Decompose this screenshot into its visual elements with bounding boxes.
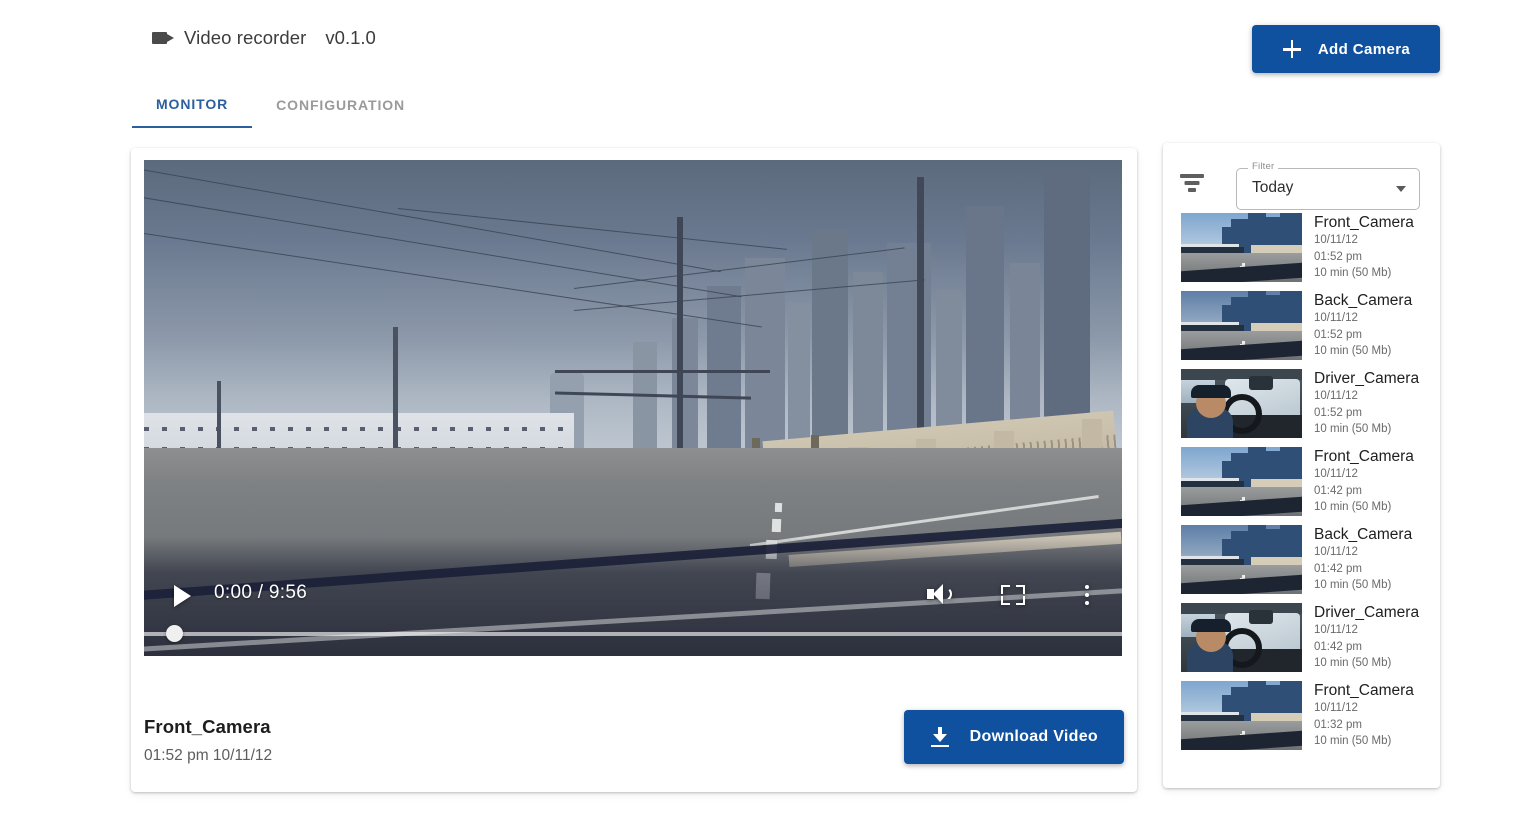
add-camera-button[interactable]: Add Camera bbox=[1252, 25, 1440, 73]
recording-thumbnail bbox=[1181, 213, 1302, 282]
recording-details: Front_Camera 10/11/12 01:32 pm 10 min (50 M… bbox=[1314, 681, 1414, 749]
app-version: v0.1.0 bbox=[325, 27, 376, 48]
filter-select-label: Filter bbox=[1248, 161, 1279, 172]
recording-size: 10 min (50 Mb) bbox=[1314, 266, 1392, 279]
progress-slider[interactable] bbox=[144, 625, 1122, 642]
recording-thumbnail bbox=[1181, 447, 1302, 516]
recording-size: 10 min (50 Mb) bbox=[1314, 578, 1392, 591]
app-branding: Video recorder v0.1.0 bbox=[152, 27, 376, 49]
recording-size: 10 min (50 Mb) bbox=[1314, 734, 1392, 747]
video-title: Front_Camera bbox=[144, 716, 271, 737]
recording-date: 10/11/12 bbox=[1314, 390, 1358, 403]
recording-name: Front_Camera bbox=[1314, 448, 1414, 465]
recording-date: 10/11/12 bbox=[1314, 312, 1358, 325]
download-icon bbox=[930, 727, 950, 747]
video-player-card: 0:00 / 9:56 Front_Camera 01:52 pm 10/11/… bbox=[131, 148, 1137, 792]
tab-bar: MONITOR CONFIGURATION bbox=[132, 86, 429, 128]
filter-select[interactable]: Filter Today bbox=[1236, 161, 1420, 210]
recording-name: Driver_Camera bbox=[1314, 604, 1420, 621]
recording-size: 10 min (50 Mb) bbox=[1314, 656, 1392, 669]
page-title: Video recorder bbox=[184, 27, 307, 48]
fullscreen-icon[interactable] bbox=[998, 580, 1028, 610]
recording-size: 10 min (50 Mb) bbox=[1314, 344, 1392, 357]
volume-icon[interactable] bbox=[924, 580, 954, 610]
recording-time: 01:32 pm bbox=[1314, 718, 1362, 731]
recording-details: Driver_Camera 10/11/12 01:42 pm 10 min (50 … bbox=[1314, 603, 1419, 671]
recording-thumbnail bbox=[1181, 681, 1302, 750]
tab-configuration[interactable]: CONFIGURATION bbox=[252, 86, 429, 128]
recording-details: Back_Camera 10/11/12 01:52 pm 10 min (50 Mb… bbox=[1314, 291, 1412, 359]
recording-size: 10 min (50 Mb) bbox=[1314, 500, 1392, 513]
plus-icon bbox=[1282, 39, 1302, 59]
recording-thumbnail bbox=[1181, 291, 1302, 360]
video-timestamp: 01:52 pm 10/11/12 bbox=[144, 747, 273, 764]
recording-date: 10/11/12 bbox=[1314, 468, 1358, 481]
recording-thumbnail bbox=[1181, 525, 1302, 594]
recording-date: 10/11/12 bbox=[1314, 624, 1358, 637]
filter-funnel-icon[interactable] bbox=[1179, 172, 1205, 194]
recording-thumbnail bbox=[1181, 603, 1302, 672]
recording-list-item[interactable]: Front_Camera 10/11/12 01:32 pm 10 min (50 M… bbox=[1163, 677, 1440, 755]
time-display: 0:00 / 9:56 bbox=[214, 582, 308, 603]
recording-size: 10 min (50 Mb) bbox=[1314, 422, 1392, 435]
recording-list-item[interactable]: Front_Camera 10/11/12 01:52 pm 10 min (50 M… bbox=[1163, 209, 1440, 287]
recording-details: Front_Camera 10/11/12 01:52 pm 10 min (50 M… bbox=[1314, 213, 1414, 281]
recording-date: 10/11/12 bbox=[1314, 234, 1358, 247]
recording-time: 01:52 pm bbox=[1314, 250, 1362, 263]
recording-list-item[interactable]: Front_Camera 10/11/12 01:42 pm 10 min (50 M… bbox=[1163, 443, 1440, 521]
filter-select-value: Today bbox=[1252, 179, 1294, 196]
video-player[interactable]: 0:00 / 9:56 bbox=[144, 160, 1122, 656]
recording-name: Front_Camera bbox=[1314, 682, 1414, 699]
recordings-panel: Filter Today Front_Camera 10/11/12 01:52 p… bbox=[1163, 143, 1440, 788]
app-root: Video recorder v0.1.0 Add Camera MONITOR… bbox=[0, 0, 1522, 828]
recording-time: 01:42 pm bbox=[1314, 484, 1362, 497]
recording-details: Front_Camera 10/11/12 01:42 pm 10 min (50 M… bbox=[1314, 447, 1414, 515]
recording-date: 10/11/12 bbox=[1314, 546, 1358, 559]
recording-time: 01:52 pm bbox=[1314, 328, 1362, 341]
recording-details: Back_Camera 10/11/12 01:42 pm 10 min (50 Mb… bbox=[1314, 525, 1412, 593]
download-video-button[interactable]: Download Video bbox=[903, 710, 1124, 764]
recording-name: Back_Camera bbox=[1314, 292, 1413, 309]
recording-thumbnail bbox=[1181, 369, 1302, 438]
add-camera-label: Add Camera bbox=[1317, 40, 1411, 58]
recording-details: Driver_Camera 10/11/12 01:52 pm 10 min (50 … bbox=[1314, 369, 1419, 437]
filter-bar: Filter Today bbox=[1163, 161, 1440, 210]
chevron-down-icon[interactable] bbox=[1396, 186, 1406, 192]
recording-time: 01:52 pm bbox=[1314, 406, 1362, 419]
recording-date: 10/11/12 bbox=[1314, 702, 1358, 715]
recording-name: Back_Camera bbox=[1314, 526, 1413, 543]
recording-time: 01:42 pm bbox=[1314, 640, 1362, 653]
progress-thumb[interactable] bbox=[166, 625, 183, 642]
video-info: Front_Camera 01:52 pm 10/11/12 bbox=[144, 716, 272, 765]
download-video-label: Download Video bbox=[969, 728, 1098, 745]
video-camera-icon bbox=[152, 30, 174, 46]
recording-list-item[interactable]: Driver_Camera 10/11/12 01:42 pm 10 min (50 … bbox=[1163, 599, 1440, 677]
player-controls: 0:00 / 9:56 bbox=[144, 560, 1122, 656]
play-button[interactable] bbox=[174, 585, 191, 607]
tab-monitor[interactable]: MONITOR bbox=[132, 86, 253, 128]
recording-list-item[interactable]: Back_Camera 10/11/12 01:52 pm 10 min (50 Mb… bbox=[1163, 287, 1440, 365]
app-header: Video recorder v0.1.0 Add Camera bbox=[0, 0, 1522, 82]
recording-list-item[interactable]: Back_Camera 10/11/12 01:42 pm 10 min (50 Mb… bbox=[1163, 521, 1440, 599]
recording-time: 01:42 pm bbox=[1314, 562, 1362, 575]
recording-list-item[interactable]: Driver_Camera 10/11/12 01:52 pm 10 min (50 … bbox=[1163, 365, 1440, 443]
recording-name: Front_Camera bbox=[1314, 214, 1414, 231]
recordings-list: Front_Camera 10/11/12 01:52 pm 10 min (50 M… bbox=[1163, 209, 1440, 755]
recording-name: Driver_Camera bbox=[1314, 370, 1420, 387]
more-vertical-icon[interactable] bbox=[1072, 580, 1102, 610]
